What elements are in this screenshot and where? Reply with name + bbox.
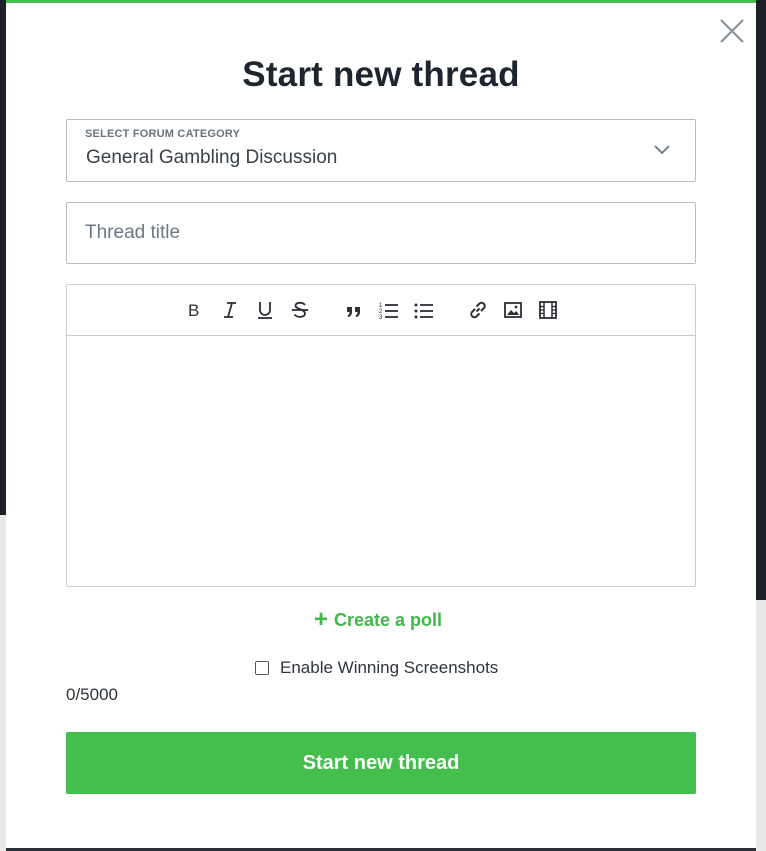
close-icon	[720, 19, 744, 43]
chevron-down-icon	[654, 145, 670, 155]
plus-icon: +	[314, 606, 329, 633]
underline-button[interactable]	[254, 299, 276, 321]
italic-icon	[224, 302, 236, 318]
blockquote-button[interactable]	[343, 299, 365, 321]
create-poll-label: Create a poll	[334, 609, 443, 630]
modal-title: Start new thread	[242, 55, 520, 94]
ordered-list-button[interactable]: 1 2 3	[378, 299, 400, 321]
bullet-list-icon	[414, 303, 433, 319]
winning-screenshots-label: Enable Winning Screenshots	[280, 658, 499, 677]
svg-text:B: B	[188, 301, 199, 320]
select-value: General Gambling Discussion	[86, 147, 338, 168]
underline-icon	[258, 302, 272, 319]
character-counter: 0/5000	[66, 685, 118, 704]
winning-screenshots-checkbox[interactable]	[255, 661, 269, 675]
video-icon	[539, 301, 557, 319]
background-page-right-lower	[756, 600, 766, 851]
background-page-right	[756, 0, 766, 600]
forum-category-select[interactable]: SELECT FORUM CATEGORY General Gambling D…	[66, 119, 696, 182]
create-poll-link[interactable]: + Create a poll	[314, 608, 442, 632]
link-button[interactable]	[467, 299, 489, 321]
italic-button[interactable]	[219, 299, 241, 321]
strikethrough-button[interactable]	[289, 299, 311, 321]
new-thread-modal: Start new thread SELECT FORUM CATEGORY G…	[6, 0, 756, 848]
close-button[interactable]	[718, 17, 746, 45]
image-icon	[504, 302, 522, 318]
link-icon	[470, 301, 486, 319]
editor-toolbar: B 1 2 3	[67, 285, 695, 336]
select-label: SELECT FORUM CATEGORY	[85, 128, 241, 140]
svg-text:3: 3	[379, 315, 383, 321]
video-button[interactable]	[537, 299, 559, 321]
bullet-list-button[interactable]	[413, 299, 435, 321]
post-editor: B 1 2 3	[66, 284, 696, 587]
thread-title-input[interactable]	[66, 202, 696, 264]
start-thread-button[interactable]: Start new thread	[66, 732, 696, 794]
ordered-list-icon: 1 2 3	[379, 303, 398, 321]
bold-icon: B	[188, 301, 199, 320]
bold-button[interactable]: B	[184, 299, 206, 321]
strikethrough-icon	[292, 301, 308, 318]
image-button[interactable]	[502, 299, 524, 321]
blockquote-icon	[347, 307, 360, 317]
editor-text-area[interactable]	[67, 337, 695, 586]
winning-screenshots-option[interactable]: Enable Winning Screenshots	[255, 658, 498, 678]
